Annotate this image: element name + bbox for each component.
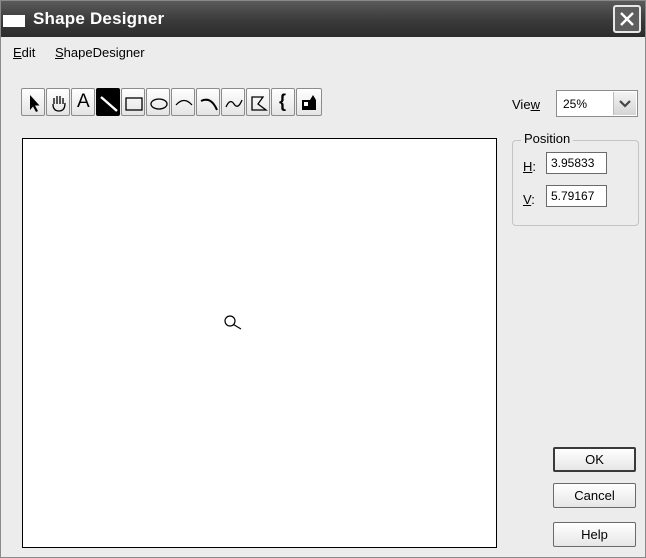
tool-image[interactable]	[296, 88, 322, 116]
brace-icon: {	[279, 91, 287, 111]
view-label: View	[512, 97, 540, 112]
v-label-accel: V	[523, 192, 532, 207]
h-label-accel: H	[523, 159, 533, 174]
arc-icon	[175, 99, 193, 106]
tool-bracket[interactable]: {	[271, 88, 295, 116]
h-position-field[interactable]: 3.95833	[546, 152, 607, 174]
menu-edit-label: dit	[21, 45, 36, 60]
title-bar[interactable]: Shape Designer	[1, 1, 645, 37]
menu-shapedesigner[interactable]: ShapeDesigner	[55, 45, 145, 60]
tool-pan[interactable]	[46, 88, 70, 116]
image-icon	[302, 95, 316, 110]
ellipse-icon	[150, 98, 168, 110]
hand-icon	[52, 96, 66, 112]
view-label-text: Vie	[512, 97, 531, 112]
window-title: Shape Designer	[33, 9, 165, 28]
menu-shapedesigner-label: hapeDesigner	[63, 45, 145, 60]
arrow-pointer-icon	[30, 95, 40, 112]
v-label-colon: :	[531, 192, 535, 207]
line-icon	[100, 96, 118, 112]
v-label: V:	[523, 192, 535, 207]
view-zoom-value: 25%	[563, 97, 588, 111]
menu-edit[interactable]: Edit	[13, 45, 35, 60]
tool-rectangle[interactable]	[121, 88, 145, 116]
rectangle-icon	[125, 97, 143, 111]
window-icon	[3, 15, 25, 27]
curve-icon	[200, 98, 218, 111]
h-label: H:	[523, 159, 536, 174]
cancel-button[interactable]: Cancel	[553, 483, 636, 508]
wave-icon	[225, 99, 243, 108]
help-button[interactable]: Help	[553, 522, 636, 547]
tool-arc[interactable]	[171, 88, 195, 116]
ok-button[interactable]: OK	[553, 447, 636, 472]
tool-ellipse[interactable]	[146, 88, 170, 116]
close-icon	[620, 12, 634, 26]
tool-polygon[interactable]	[246, 88, 270, 116]
view-zoom-select[interactable]: 25%	[556, 90, 638, 117]
view-dropdown-button[interactable]	[613, 92, 636, 115]
v-position-field[interactable]: 5.79167	[546, 185, 607, 207]
tool-text[interactable]: A	[71, 88, 95, 116]
magnifier-cursor-icon	[224, 315, 242, 330]
tool-curve[interactable]	[196, 88, 220, 116]
tool-freehand[interactable]	[221, 88, 245, 116]
menu-shapedesigner-accel: S	[55, 45, 64, 60]
polygon-icon	[251, 96, 268, 111]
design-canvas[interactable]	[22, 138, 497, 548]
chevron-down-icon	[619, 100, 631, 108]
tool-pointer[interactable]	[21, 88, 45, 116]
h-label-colon: :	[532, 159, 537, 174]
shape-designer-window: Shape Designer Edit ShapeDesigner A {Vi…	[0, 0, 646, 558]
close-button[interactable]	[613, 5, 641, 33]
menu-edit-accel: E	[13, 45, 22, 60]
view-label-accel: w	[530, 97, 540, 112]
tool-line[interactable]	[96, 88, 120, 116]
text-icon: A	[77, 91, 90, 112]
position-legend: Position	[521, 131, 574, 146]
